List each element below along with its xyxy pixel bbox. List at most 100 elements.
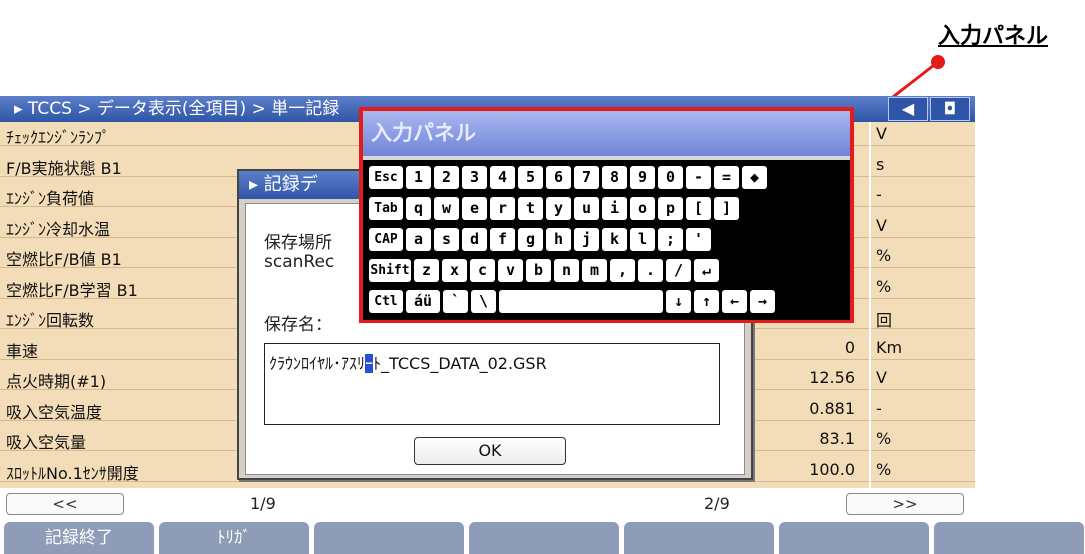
- keyboard-key[interactable]: [: [686, 197, 711, 220]
- location-value: scanRec: [264, 252, 335, 272]
- keyboard-key[interactable]: ,: [610, 259, 635, 282]
- keyboard-key[interactable]: c: [470, 259, 495, 282]
- keyboard-key[interactable]: 1: [406, 166, 431, 189]
- keyboard-key[interactable]: f: [490, 228, 515, 251]
- keyboard-key[interactable]: →: [750, 290, 775, 313]
- row-name: 空燃比F/B値 B1: [6, 250, 122, 269]
- keyboard-key[interactable]: ↑: [694, 290, 719, 313]
- row-value: 12.56: [809, 368, 855, 387]
- keyboard-key[interactable]: q: [406, 197, 431, 220]
- keyboard-key[interactable]: /: [666, 259, 691, 282]
- keyboard-key[interactable]: r: [490, 197, 515, 220]
- keyboard-key[interactable]: l: [630, 228, 655, 251]
- text-caret: ｰ: [365, 354, 374, 373]
- keyboard-key[interactable]: y: [546, 197, 571, 220]
- function-key-7[interactable]: [934, 522, 1084, 554]
- keyboard-key[interactable]: o: [630, 197, 655, 220]
- row-name: F/B実施状態 B1: [6, 158, 122, 178]
- row-unit: %: [876, 276, 892, 296]
- keyboard-key[interactable]: e: [462, 197, 487, 220]
- function-key-6[interactable]: [779, 522, 929, 554]
- save-name-label: 保存名：: [264, 315, 332, 335]
- keyboard-key[interactable]: t: [518, 197, 543, 220]
- camera-button[interactable]: ◘: [930, 97, 970, 121]
- save-name-text-after: ﾄ_TCCS_DATA_02.GSR: [373, 354, 547, 373]
- keyboard-key[interactable]: u: [574, 197, 599, 220]
- keyboard-key[interactable]: -: [686, 166, 711, 189]
- keyboard-key[interactable]: .: [638, 259, 663, 282]
- keyboard-key[interactable]: v: [498, 259, 523, 282]
- function-key-5[interactable]: [624, 522, 774, 554]
- row-unit: 回: [876, 311, 893, 330]
- row-unit: -: [876, 185, 882, 204]
- function-key-3[interactable]: [314, 522, 464, 554]
- keyboard-key[interactable]: 6: [546, 166, 571, 189]
- next-page-button[interactable]: >>: [846, 493, 964, 515]
- keyboard-key[interactable]: 4: [490, 166, 515, 189]
- save-name-input[interactable]: ｸﾗｳﾝﾛｲﾔﾙ･ｱｽﾘｰﾄ_TCCS_DATA_02.GSR: [264, 343, 720, 425]
- keyboard-key[interactable]: Ctl: [369, 290, 403, 313]
- keyboard-key[interactable]: h: [546, 228, 571, 251]
- keyboard-key[interactable]: 2: [434, 166, 459, 189]
- keyboard-key[interactable]: 8: [602, 166, 627, 189]
- keyboard-key[interactable]: ◆: [742, 166, 767, 189]
- keyboard-key[interactable]: ↵: [694, 259, 719, 282]
- keyboard-key[interactable]: CAP: [369, 228, 403, 251]
- location-label: 保存場所: [264, 233, 332, 253]
- keyboard-key[interactable]: ←: [722, 290, 747, 313]
- keyboard-key[interactable]: w: [434, 197, 459, 220]
- keyboard-key[interactable]: 7: [574, 166, 599, 189]
- keyboard-key[interactable]: z: [414, 259, 439, 282]
- function-key-2[interactable]: ﾄﾘｶﾞ: [159, 522, 309, 554]
- keyboard-key[interactable]: 0: [658, 166, 683, 189]
- row-value: 0: [844, 337, 855, 357]
- row-name: ｴﾝｼﾞﾝ冷却水温: [6, 219, 111, 239]
- keyboard-key[interactable]: i: [602, 197, 627, 220]
- keyboard-key[interactable]: d: [462, 228, 487, 251]
- keyboard-key[interactable]: ↓: [666, 290, 691, 313]
- ok-button[interactable]: OK: [414, 437, 566, 465]
- keyboard-key[interactable]: 9: [630, 166, 655, 189]
- row-unit: V: [876, 215, 887, 235]
- back-button[interactable]: ◀: [888, 97, 928, 121]
- keyboard-key[interactable]: 5: [518, 166, 543, 189]
- keyboard-key[interactable]: `: [443, 290, 468, 313]
- keyboard-key[interactable]: n: [554, 259, 579, 282]
- function-key-1[interactable]: 記録終了: [4, 522, 154, 554]
- keyboard-key[interactable]: s: [434, 228, 459, 251]
- keyboard-key[interactable]: áü: [406, 290, 440, 313]
- keyboard-key[interactable]: j: [574, 228, 599, 251]
- keyboard-key[interactable]: Tab: [369, 197, 403, 220]
- back-icon: ◀: [901, 99, 915, 118]
- keyboard-key[interactable]: ': [686, 228, 711, 251]
- keyboard-key[interactable]: \: [471, 290, 496, 313]
- unit-divider: [869, 122, 871, 488]
- row-name: 車速: [6, 341, 39, 361]
- camera-icon: ◘: [943, 99, 957, 118]
- keyboard-key[interactable]: x: [442, 259, 467, 282]
- row-unit: V: [876, 124, 887, 143]
- row-unit: V: [876, 368, 887, 387]
- keyboard-key[interactable]: a: [406, 228, 431, 251]
- page-indicator-left: 1/9: [250, 494, 276, 513]
- row-name: 空燃比F/B学習 B1: [6, 280, 138, 300]
- keyboard-key[interactable]: Esc: [369, 166, 403, 189]
- keyboard-key[interactable]: Shift: [369, 259, 411, 282]
- prev-page-button[interactable]: <<: [6, 493, 124, 515]
- keyboard-key[interactable]: p: [658, 197, 683, 220]
- keyboard-key[interactable]: 3: [462, 166, 487, 189]
- keyboard-key[interactable]: b: [526, 259, 551, 282]
- row-name: ｴﾝｼﾞﾝ回転数: [6, 311, 95, 330]
- row-value: 83.1: [819, 429, 855, 448]
- keyboard-key-space[interactable]: [499, 290, 663, 313]
- keyboard-key[interactable]: k: [602, 228, 627, 251]
- keyboard-key[interactable]: g: [518, 228, 543, 251]
- row-name: 吸入空気量: [6, 433, 87, 452]
- row-name: ﾁｪｯｸｴﾝｼﾞﾝﾗﾝﾌﾟ: [6, 128, 111, 147]
- keyboard-key[interactable]: ]: [714, 197, 739, 220]
- function-key-4[interactable]: [469, 522, 619, 554]
- keyboard-key[interactable]: m: [582, 259, 607, 282]
- keyboard-key[interactable]: =: [714, 166, 739, 189]
- keyboard-key[interactable]: ;: [658, 228, 683, 251]
- row-unit: %: [876, 246, 892, 265]
